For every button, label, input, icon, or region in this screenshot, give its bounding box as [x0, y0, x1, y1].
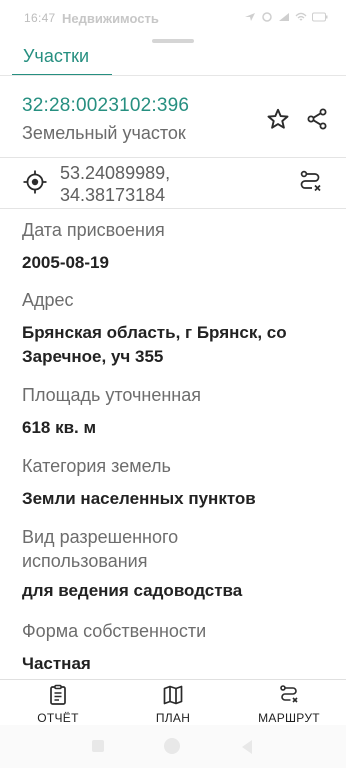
nav-report-label: ОТЧЁТ — [37, 711, 79, 725]
nav-route-label: МАРШРУТ — [258, 711, 320, 725]
field-ownership: Форма собственности Частная — [22, 619, 332, 676]
tab-divider — [0, 75, 346, 76]
coordinates-longitude: 34.38173184 — [60, 185, 166, 205]
system-navigation-bar — [0, 725, 346, 768]
status-time: 16:47 — [24, 11, 56, 25]
coordinates-latitude: 53.24089989, — [60, 163, 171, 183]
field-label: Адрес — [22, 290, 74, 310]
share-icon — [307, 108, 327, 130]
field-label: Площадь уточненная — [22, 385, 201, 405]
route-icon — [280, 685, 298, 703]
alarm-status-icon — [262, 12, 272, 22]
field-value: 2005-08-19 — [22, 253, 109, 272]
tab-bar: Участки — [0, 42, 346, 76]
recent-apps-icon[interactable] — [92, 740, 104, 752]
map-icon — [163, 685, 183, 705]
favorite-button[interactable] — [262, 103, 294, 135]
wifi-status-icon — [295, 12, 307, 21]
status-bar: 16:47 Недвижимость — [0, 0, 346, 34]
signal-status-icon — [279, 13, 289, 21]
field-label: Форма собственности — [22, 621, 207, 641]
home-icon[interactable] — [164, 738, 180, 754]
nav-plan-button[interactable]: ПЛАН — [128, 684, 218, 725]
coordinates-text: 53.24089989, 34.38173184 — [60, 162, 170, 206]
field-area: Площадь уточненная 618 кв. м — [22, 383, 332, 440]
location-status-icon — [245, 13, 255, 21]
tab-parcels[interactable]: Участки — [23, 46, 89, 67]
field-permitted-use: Вид разрешенного использования для веден… — [22, 525, 332, 603]
status-app-title: Недвижимость — [62, 11, 159, 26]
nav-report-button[interactable]: ОТЧЁТ — [13, 684, 103, 725]
field-value: Брянская область, г Брянск, со Заречное,… — [22, 323, 287, 366]
cadastral-number: 32:28:0023102:396 — [22, 95, 190, 116]
field-assignment-date: Дата присвоения 2005-08-19 — [22, 218, 332, 275]
coordinates-row: 53.24089989, 34.38173184 — [0, 158, 346, 208]
field-label: Категория земель — [22, 456, 171, 476]
parcel-header: 32:28:0023102:396 Земельный участок — [0, 88, 346, 156]
crosshair-target-icon[interactable] — [22, 169, 48, 195]
nav-plan-label: ПЛАН — [155, 711, 191, 725]
field-label: Вид разрешенного использования — [22, 527, 179, 571]
status-icons — [244, 10, 328, 24]
field-value: 618 кв. м — [22, 418, 97, 437]
field-value: для ведения садоводства — [22, 581, 243, 600]
divider — [0, 208, 346, 209]
document-report-icon — [50, 684, 66, 705]
nav-route-button[interactable]: МАРШРУТ — [244, 684, 334, 725]
parcel-type: Земельный участок — [22, 123, 186, 143]
field-address: Адрес Брянская область, г Брянск, со Зар… — [22, 288, 332, 369]
field-label: Дата присвоения — [22, 220, 165, 240]
star-outline-icon — [267, 108, 289, 129]
share-button[interactable] — [301, 103, 333, 135]
battery-status-icon — [312, 12, 328, 22]
bottom-navigation: ОТЧЁТ ПЛАН МАРШРУТ — [0, 679, 346, 725]
route-icon[interactable] — [296, 168, 324, 196]
back-icon[interactable] — [242, 740, 252, 754]
field-land-category: Категория земель Земли населенных пункто… — [22, 454, 332, 511]
field-value: Земли населенных пунктов — [22, 489, 256, 508]
field-value: Частная — [22, 654, 91, 673]
